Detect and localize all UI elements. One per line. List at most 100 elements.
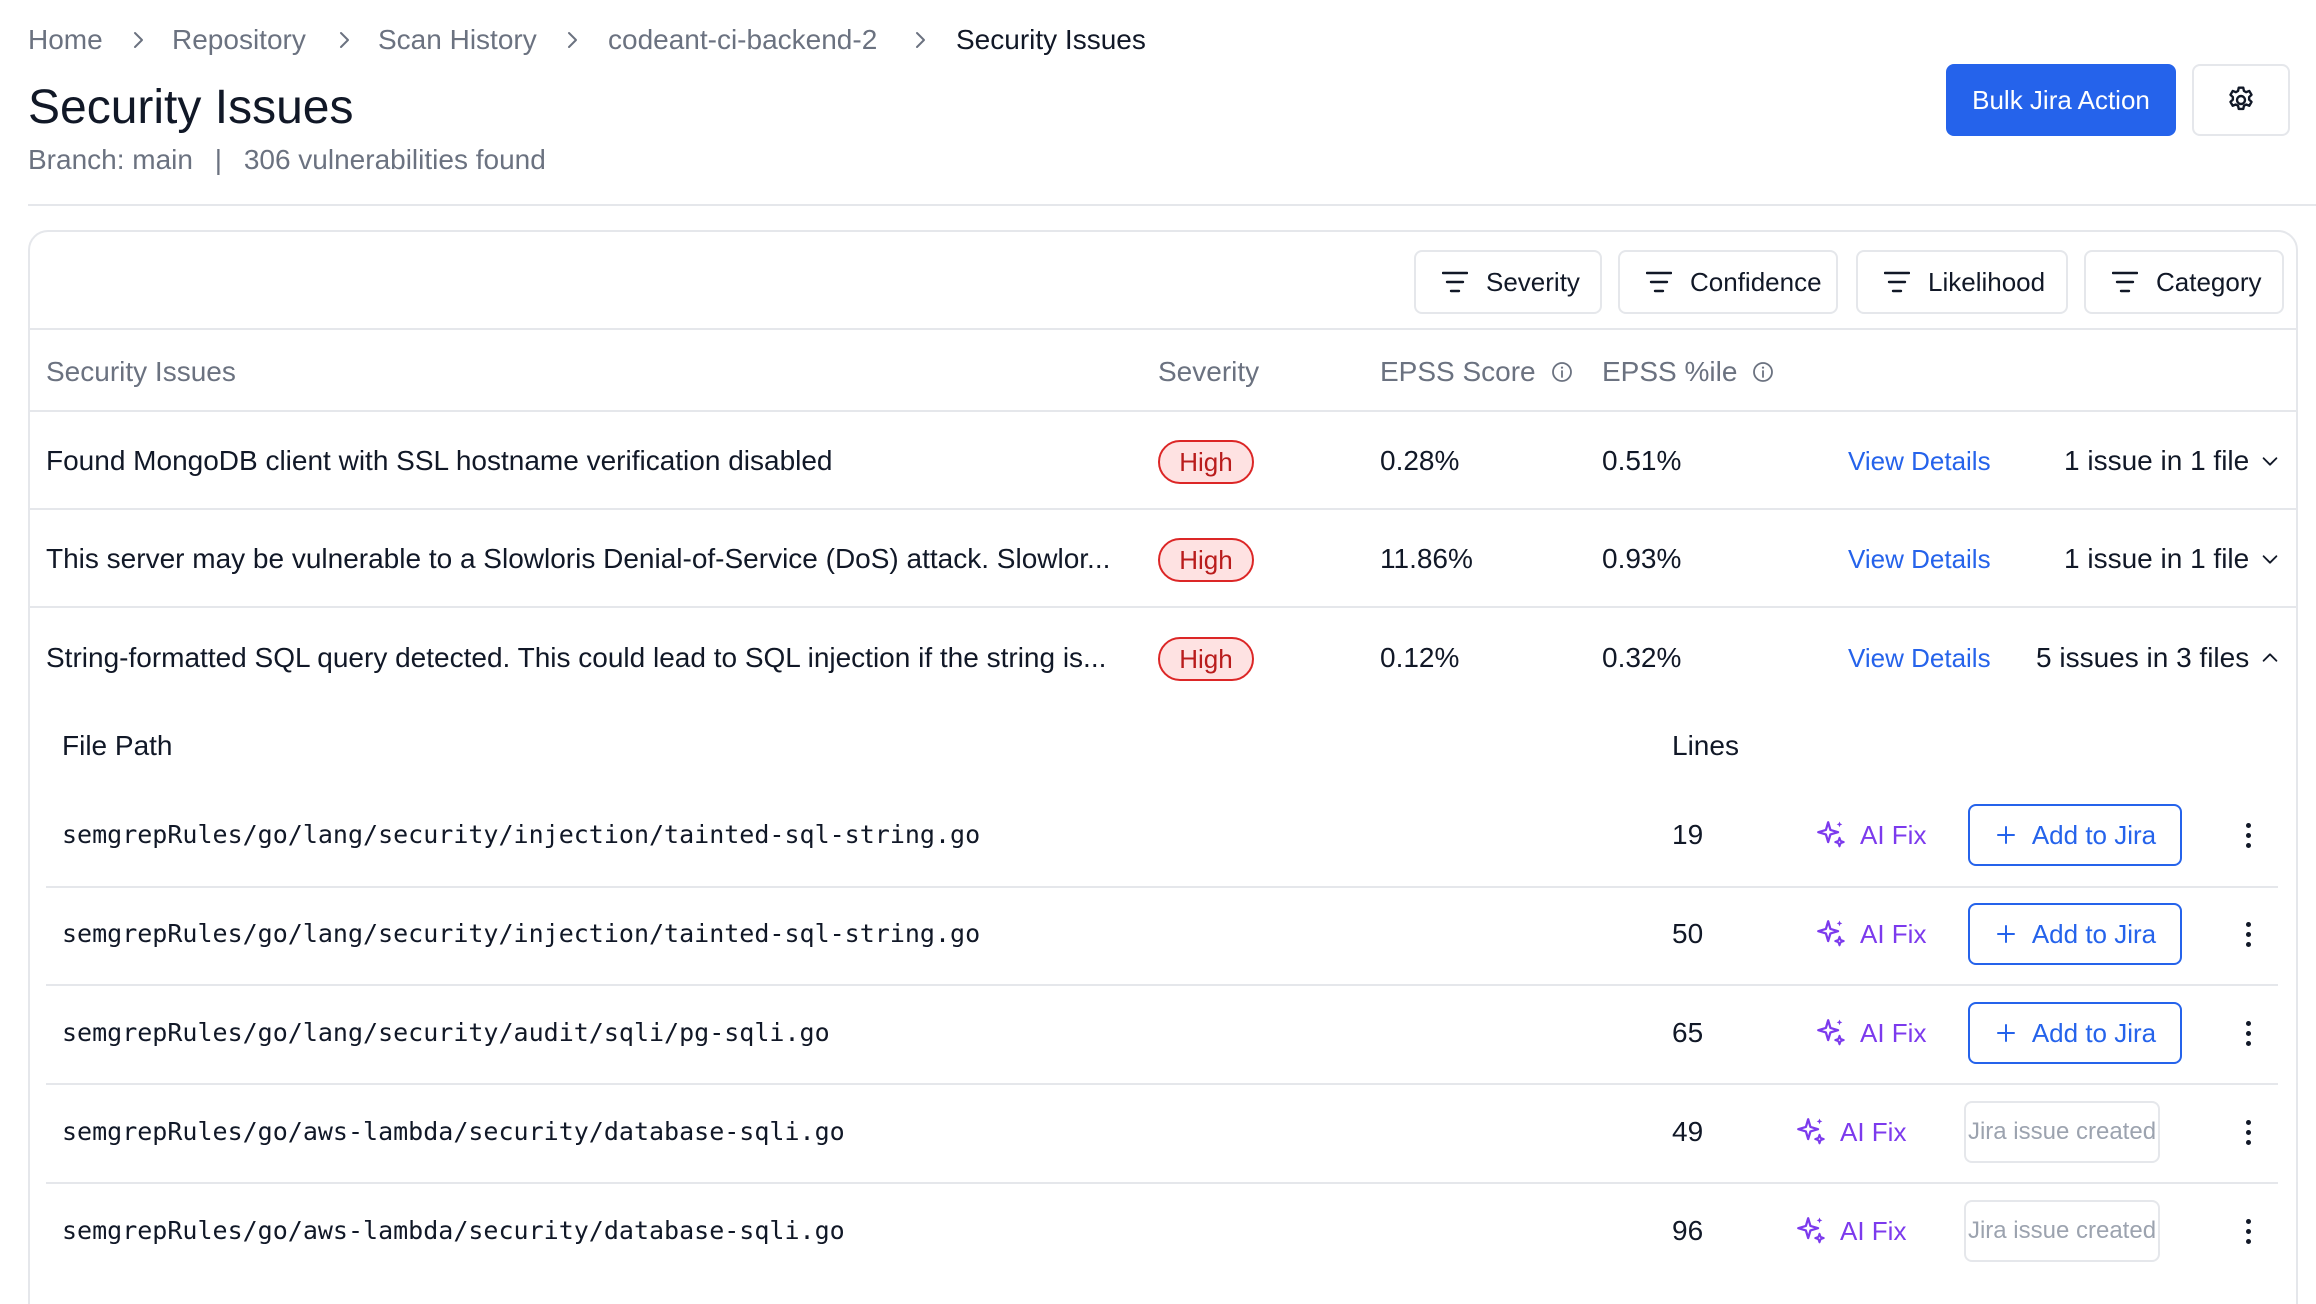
add-to-jira-label: Add to Jira	[2031, 918, 2157, 949]
issue-count-toggle[interactable]: 5 issues in 3 files	[2036, 638, 2281, 678]
line-number: 50	[1672, 918, 1704, 949]
add-to-jira-button[interactable]: Add to Jira	[1968, 1002, 2182, 1064]
bulk-jira-action-button[interactable]: Bulk Jira Action	[1946, 64, 2176, 136]
file-path: semgrepRules/go/aws-lambda/security/data…	[62, 1216, 845, 1245]
epss-score: 0.28%	[1380, 445, 1460, 476]
divider	[46, 1182, 2278, 1184]
plus-icon	[1996, 826, 2015, 844]
column-header-severity: Severity	[1158, 356, 1260, 387]
divider	[46, 1083, 2278, 1085]
filter-icon	[1646, 271, 1672, 293]
info-icon[interactable]	[1550, 360, 1574, 384]
chevron-down-icon	[2262, 457, 2278, 466]
breadcrumb-repo-name[interactable]: codeant-ci-backend-2	[608, 20, 877, 60]
severity-badge: High	[1158, 538, 1254, 582]
epss-score: 11.86%	[1380, 543, 1473, 574]
page-subtitle: Branch: main | 306 vulnerabilities found	[28, 142, 546, 178]
divider	[46, 984, 2278, 986]
ai-fix-label: AI Fix	[1860, 820, 1927, 850]
ai-fix-button[interactable]: AI Fix	[1794, 1112, 1906, 1152]
filter-label: Severity	[1486, 266, 1580, 297]
file-path-header: File Path	[62, 730, 173, 761]
line-number: 96	[1672, 1215, 1704, 1246]
view-details-link[interactable]: View Details	[1848, 638, 1991, 678]
add-to-jira-button[interactable]: Add to Jira	[1968, 804, 2182, 866]
filter-category-button[interactable]: Category	[2084, 250, 2284, 314]
divider	[30, 328, 2296, 330]
file-path: semgrepRules/go/aws-lambda/security/data…	[62, 1117, 845, 1146]
issue-count: 5 issues in 3 files	[2036, 642, 2250, 673]
chevron-right-icon	[134, 32, 143, 48]
issue-title: Found MongoDB client with SSL hostname v…	[46, 445, 833, 476]
ai-fix-label: AI Fix	[1840, 1117, 1907, 1147]
breadcrumb-home[interactable]: Home	[28, 20, 103, 60]
chevron-up-icon	[2262, 653, 2278, 662]
filter-icon	[2112, 271, 2138, 293]
filter-confidence-button[interactable]: Confidence	[1618, 250, 1838, 314]
vulnerability-count: 306 vulnerabilities found	[243, 144, 546, 175]
ai-fix-button[interactable]: AI Fix	[1814, 914, 1926, 954]
sparkles-icon	[1817, 821, 1845, 848]
issue-title: String-formatted SQL query detected. Thi…	[46, 642, 1107, 673]
file-path: semgrepRules/go/lang/security/audit/sqli…	[62, 1018, 830, 1047]
filter-label: Likelihood	[1928, 266, 2046, 297]
ai-fix-button[interactable]: AI Fix	[1814, 1013, 1926, 1053]
column-header-epss-percentile: EPSS %ile	[1602, 352, 1775, 392]
view-details-link[interactable]: View Details	[1848, 539, 1991, 579]
plus-icon	[1996, 925, 2015, 943]
ai-fix-button[interactable]: AI Fix	[1814, 815, 1926, 855]
more-options-icon[interactable]	[2238, 1211, 2258, 1251]
filter-icon	[1884, 271, 1910, 293]
file-path: semgrepRules/go/lang/security/injection/…	[62, 919, 981, 948]
ai-fix-button[interactable]: AI Fix	[1794, 1211, 1906, 1251]
line-number: 65	[1672, 1017, 1704, 1048]
more-options-icon[interactable]	[2238, 1112, 2258, 1152]
view-details-link[interactable]: View Details	[1848, 441, 1991, 481]
more-options-icon[interactable]	[2238, 815, 2258, 855]
sparkles-icon	[1817, 1019, 1845, 1046]
settings-button[interactable]	[2192, 64, 2290, 136]
severity-badge: High	[1158, 440, 1254, 484]
column-header-issue: Security Issues	[46, 356, 236, 387]
plus-icon	[1996, 1024, 2015, 1042]
issue-count-toggle[interactable]: 1 issue in 1 file	[2064, 441, 2281, 481]
page-title: Security Issues	[28, 81, 354, 134]
epss-percentile: 0.93%	[1602, 543, 1682, 574]
lines-header: Lines	[1672, 730, 1739, 761]
severity-badge: High	[1158, 637, 1254, 681]
branch-label: Branch: main	[28, 144, 193, 175]
breadcrumb-scan-history[interactable]: Scan History	[378, 20, 537, 60]
line-number: 49	[1672, 1116, 1704, 1147]
epss-percentile: 0.32%	[1602, 642, 1682, 673]
filter-severity-button[interactable]: Severity	[1414, 250, 1602, 314]
chevron-right-icon	[568, 32, 577, 48]
issue-title: This server may be vulnerable to a Slowl…	[46, 543, 1111, 574]
jira-issue-created-status: Jira issue created	[1964, 1101, 2160, 1163]
column-header-label: EPSS %ile	[1602, 356, 1738, 387]
divider	[30, 508, 2296, 510]
more-options-icon[interactable]	[2238, 1013, 2258, 1053]
divider	[30, 410, 2296, 412]
filter-likelihood-button[interactable]: Likelihood	[1856, 250, 2068, 314]
breadcrumb-repository[interactable]: Repository	[172, 20, 306, 60]
issue-count: 1 issue in 1 file	[2064, 543, 2250, 574]
chevron-down-icon	[2262, 555, 2278, 564]
filter-label: Confidence	[1690, 266, 1822, 297]
add-to-jira-button[interactable]: Add to Jira	[1968, 903, 2182, 965]
ai-fix-label: AI Fix	[1840, 1216, 1907, 1246]
file-path: semgrepRules/go/lang/security/injection/…	[62, 820, 981, 849]
breadcrumb-current: Security Issues	[956, 24, 1146, 55]
add-to-jira-label: Add to Jira	[2031, 819, 2157, 850]
filter-icon	[1442, 271, 1468, 293]
issue-count: 1 issue in 1 file	[2064, 445, 2250, 476]
filter-label: Category	[2156, 266, 2262, 297]
issue-count-toggle[interactable]: 1 issue in 1 file	[2064, 539, 2281, 579]
info-icon[interactable]	[1751, 360, 1775, 384]
divider	[46, 886, 2278, 888]
more-options-icon[interactable]	[2238, 914, 2258, 954]
chevron-right-icon	[916, 32, 925, 48]
chevron-right-icon	[340, 32, 349, 48]
column-header-label: EPSS Score	[1380, 356, 1536, 387]
header-divider	[28, 204, 2316, 206]
subtitle-separator: |	[214, 144, 223, 175]
